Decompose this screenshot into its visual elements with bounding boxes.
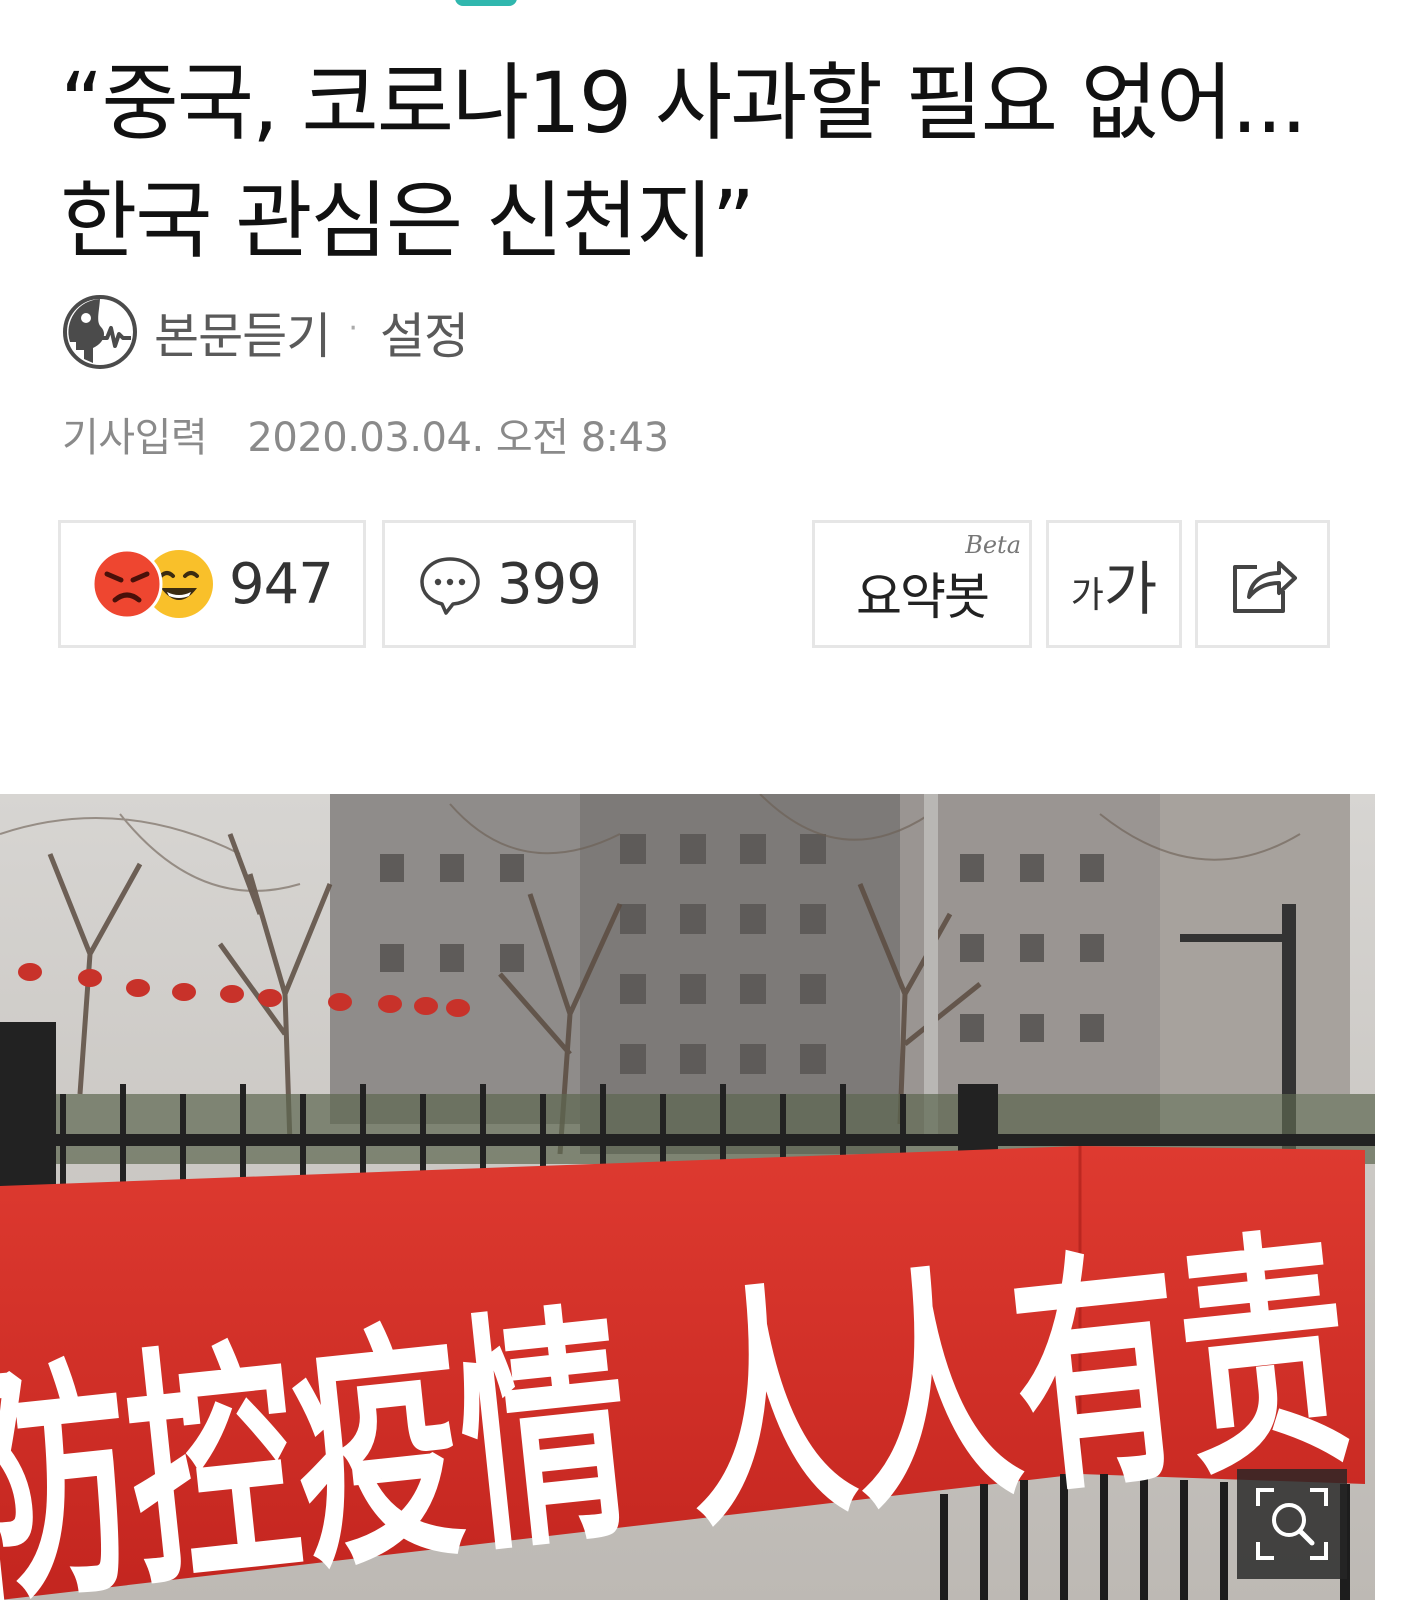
font-size-large-label: 가: [1103, 555, 1158, 623]
zoom-icon: [1256, 1488, 1328, 1560]
reaction-emojis: [91, 548, 215, 620]
comment-count: 399: [497, 551, 602, 617]
comment-button[interactable]: 399: [382, 520, 636, 648]
zoom-button[interactable]: [1237, 1469, 1347, 1579]
listen-settings-row: 본문듣기 · 설정: [62, 292, 469, 372]
article-title: “중국, 코로나19 사과할 필요 없어...한국 관심은 신천지”: [60, 54, 1307, 270]
top-tab-indicator: [455, 0, 517, 6]
angry-emoji-icon: [91, 548, 163, 620]
settings-button[interactable]: 설정: [380, 297, 469, 368]
summary-bot-label: 요약봇: [856, 568, 990, 626]
separator-dot: ·: [348, 310, 358, 346]
article-photo[interactable]: 防控疫情 人人有责: [0, 794, 1375, 1600]
font-size-button[interactable]: 가 가: [1046, 520, 1182, 648]
street-banner-photo: 防控疫情 人人有责: [0, 794, 1375, 1600]
date-label: 기사입력: [62, 415, 208, 461]
beta-badge: Beta: [965, 531, 1021, 559]
listen-button[interactable]: 본문듣기: [154, 297, 331, 368]
reaction-count: 947: [229, 551, 334, 617]
reaction-button[interactable]: 947: [58, 520, 366, 648]
article-dateline: 기사입력 2020.03.04. 오전 8:43: [62, 408, 669, 468]
speaker-head-icon[interactable]: [62, 294, 138, 370]
speech-bubble-icon: [420, 557, 480, 615]
summary-bot-button[interactable]: 요약봇 Beta: [812, 520, 1032, 648]
font-size-small-label: 가: [1070, 575, 1104, 616]
share-button[interactable]: [1195, 520, 1330, 648]
share-icon: [1232, 561, 1297, 613]
date-value: 2020.03.04. 오전 8:43: [247, 415, 669, 461]
